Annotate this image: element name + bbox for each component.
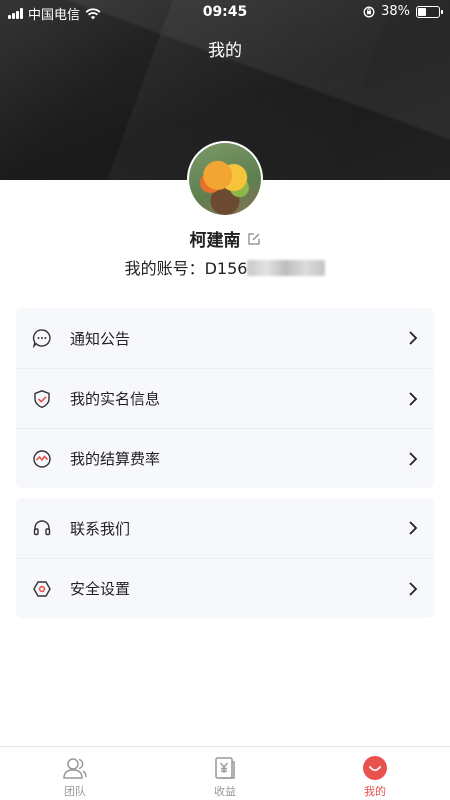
chevron-right-icon bbox=[409, 582, 418, 596]
battery-icon bbox=[416, 5, 443, 18]
tab-label: 团队 bbox=[64, 785, 86, 798]
menu-card-secondary: 联系我们 安全设置 bbox=[16, 498, 434, 618]
shield-check-icon bbox=[32, 389, 52, 409]
account-number-prefix: D156 bbox=[204, 259, 248, 278]
menu-item-settlement-rate[interactable]: 我的结算费率 bbox=[16, 428, 434, 488]
menu-label: 安全设置 bbox=[70, 580, 131, 598]
battery-fill bbox=[418, 7, 426, 16]
menu-item-security-settings[interactable]: 安全设置 bbox=[16, 558, 434, 618]
menu-label: 我的实名信息 bbox=[70, 390, 161, 408]
team-icon bbox=[62, 755, 88, 781]
menu-label: 通知公告 bbox=[70, 329, 131, 348]
menu-card-primary: 通知公告 我的实名信息 我的结算费率 bbox=[16, 308, 434, 488]
menu-label: 我的结算费率 bbox=[70, 450, 161, 468]
user-name: 柯建南 bbox=[189, 231, 241, 251]
chevron-right-icon bbox=[409, 521, 418, 535]
headset-icon bbox=[32, 518, 52, 538]
status-bar: 中国电信 09:45 38% bbox=[0, 0, 450, 24]
bottom-tab-bar: 团队 收益 我的 bbox=[0, 746, 450, 800]
profile-smile-icon bbox=[362, 755, 388, 781]
chat-bubble-icon bbox=[32, 328, 52, 348]
status-right: 38% bbox=[363, 4, 443, 19]
account-label: 我的账号： bbox=[124, 259, 205, 278]
tab-income[interactable]: 收益 bbox=[150, 747, 300, 800]
battery-percent: 38% bbox=[381, 4, 410, 19]
menu-label: 联系我们 bbox=[70, 519, 131, 538]
tab-team[interactable]: 团队 bbox=[0, 747, 150, 800]
income-icon bbox=[212, 755, 238, 781]
avatar-photo bbox=[189, 143, 261, 215]
menu-item-contact-us[interactable]: 联系我们 bbox=[16, 498, 434, 558]
user-name-row: 柯建南 bbox=[0, 226, 450, 251]
account-row: 我的账号：D156 bbox=[0, 255, 450, 279]
tab-label: 我的 bbox=[364, 785, 386, 798]
tab-profile[interactable]: 我的 bbox=[300, 747, 450, 800]
chevron-right-icon bbox=[409, 392, 418, 406]
chevron-right-icon bbox=[409, 452, 418, 466]
hexagon-settings-icon bbox=[32, 579, 52, 599]
page-title: 我的 bbox=[208, 41, 242, 61]
edit-icon[interactable] bbox=[247, 232, 261, 246]
menu-item-notices[interactable]: 通知公告 bbox=[16, 308, 434, 368]
avatar[interactable] bbox=[187, 141, 263, 217]
chevron-right-icon bbox=[409, 331, 418, 345]
gauge-icon bbox=[32, 449, 52, 469]
tab-label: 收益 bbox=[214, 785, 236, 798]
rotation-lock-icon bbox=[363, 6, 375, 17]
account-number-masked bbox=[247, 260, 326, 276]
menu-item-real-name-info[interactable]: 我的实名信息 bbox=[16, 368, 434, 428]
